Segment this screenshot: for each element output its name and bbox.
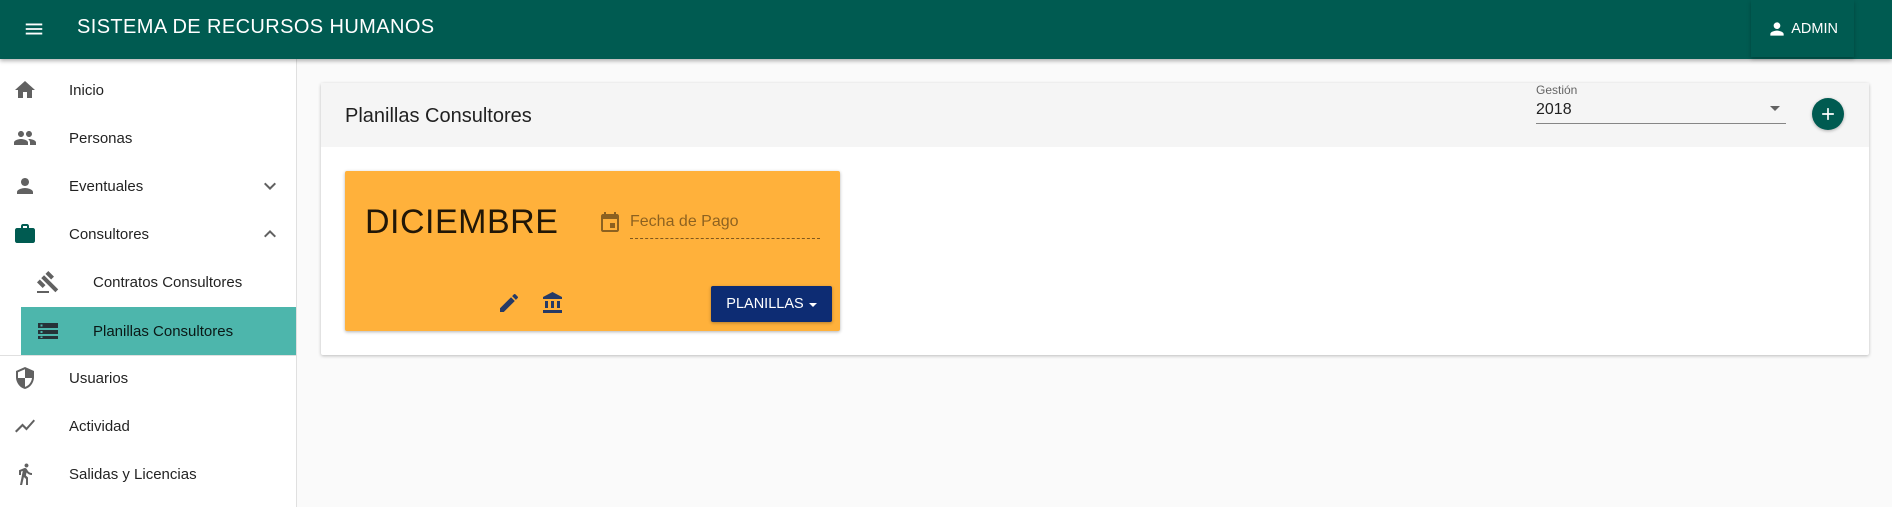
page-title: Planillas Consultores xyxy=(345,105,532,127)
user-menu-button[interactable]: ADMIN xyxy=(1751,0,1854,57)
person-icon xyxy=(1770,21,1784,36)
sidebar-item-planillas-consultores[interactable]: Planillas Consultores xyxy=(21,307,296,355)
sidebar-item-label: Usuarios xyxy=(69,369,129,387)
sidebar: Inicio Personas Eventuales Consultores C… xyxy=(0,59,297,507)
add-button[interactable] xyxy=(1812,98,1844,130)
chevron-down-icon xyxy=(264,182,276,190)
planillas-button-label: PLANILLAS xyxy=(726,296,804,312)
bank-icon[interactable] xyxy=(541,291,565,315)
fecha-pago-input[interactable]: Fecha de Pago xyxy=(630,206,820,239)
app-title: SISTEMA DE RECURSOS HUMANOS xyxy=(77,16,435,38)
gestion-label: Gestión xyxy=(1536,83,1578,97)
sidebar-item-label: Salidas y Licencias xyxy=(69,465,197,483)
chevron-up-icon xyxy=(264,230,276,238)
sidebar-item-label: Contratos Consultores xyxy=(93,273,243,291)
list-icon xyxy=(38,323,58,339)
gavel-icon xyxy=(36,271,59,293)
sidebar-item-label: Eventuales xyxy=(69,177,144,195)
gestion-value: 2018 xyxy=(1536,101,1572,118)
people-icon xyxy=(14,131,36,145)
sidebar-item-inicio[interactable]: Inicio xyxy=(0,66,296,114)
person-icon xyxy=(17,178,33,194)
planillas-panel: Planillas Consultores Gestión 2018 DICIE… xyxy=(321,83,1869,355)
sidebar-item-personas[interactable]: Personas xyxy=(0,114,296,162)
sidebar-item-label: Personas xyxy=(69,129,133,147)
menu-icon xyxy=(25,23,43,35)
user-label: ADMIN xyxy=(1791,20,1838,37)
gestion-select[interactable]: Gestión 2018 xyxy=(1536,83,1786,135)
fecha-pago-placeholder: Fecha de Pago xyxy=(630,213,739,230)
month-title: DICIEMBRE xyxy=(365,203,559,241)
app-bar: SISTEMA DE RECURSOS HUMANOS ADMIN xyxy=(0,0,1892,59)
home-icon xyxy=(15,81,35,98)
menu-button[interactable] xyxy=(20,15,48,43)
panel-header: Planillas Consultores Gestión 2018 xyxy=(321,83,1869,147)
sidebar-item-label: Actividad xyxy=(69,417,130,435)
planillas-dropdown-button[interactable]: PLANILLAS xyxy=(711,286,832,322)
calendar-icon[interactable] xyxy=(598,211,622,235)
briefcase-icon xyxy=(15,224,35,243)
dropdown-arrow-icon xyxy=(1770,106,1780,111)
sidebar-item-actividad[interactable]: Actividad xyxy=(0,402,296,450)
caret-down-icon xyxy=(808,302,817,307)
sidebar-item-label: Planillas Consultores xyxy=(93,322,234,340)
walk-icon xyxy=(19,463,32,485)
sidebar-item-label: Inicio xyxy=(69,81,105,99)
sidebar-item-eventuales[interactable]: Eventuales xyxy=(0,162,296,210)
sidebar-item-salidas-licencias[interactable]: Salidas y Licencias xyxy=(0,450,296,498)
sidebar-item-usuarios[interactable]: Usuarios xyxy=(0,354,296,402)
plus-icon xyxy=(1822,108,1834,120)
sidebar-item-label: Consultores xyxy=(69,225,150,243)
sidebar-item-contratos-consultores[interactable]: Contratos Consultores xyxy=(0,258,296,306)
planilla-card: DICIEMBRE Fecha de Pago PLANILLAS xyxy=(345,171,840,331)
input-underline xyxy=(630,238,820,239)
edit-icon[interactable] xyxy=(497,291,521,315)
trending-icon xyxy=(15,419,35,433)
shield-icon xyxy=(16,367,34,389)
sidebar-item-consultores[interactable]: Consultores xyxy=(0,210,296,258)
select-underline xyxy=(1536,123,1786,124)
